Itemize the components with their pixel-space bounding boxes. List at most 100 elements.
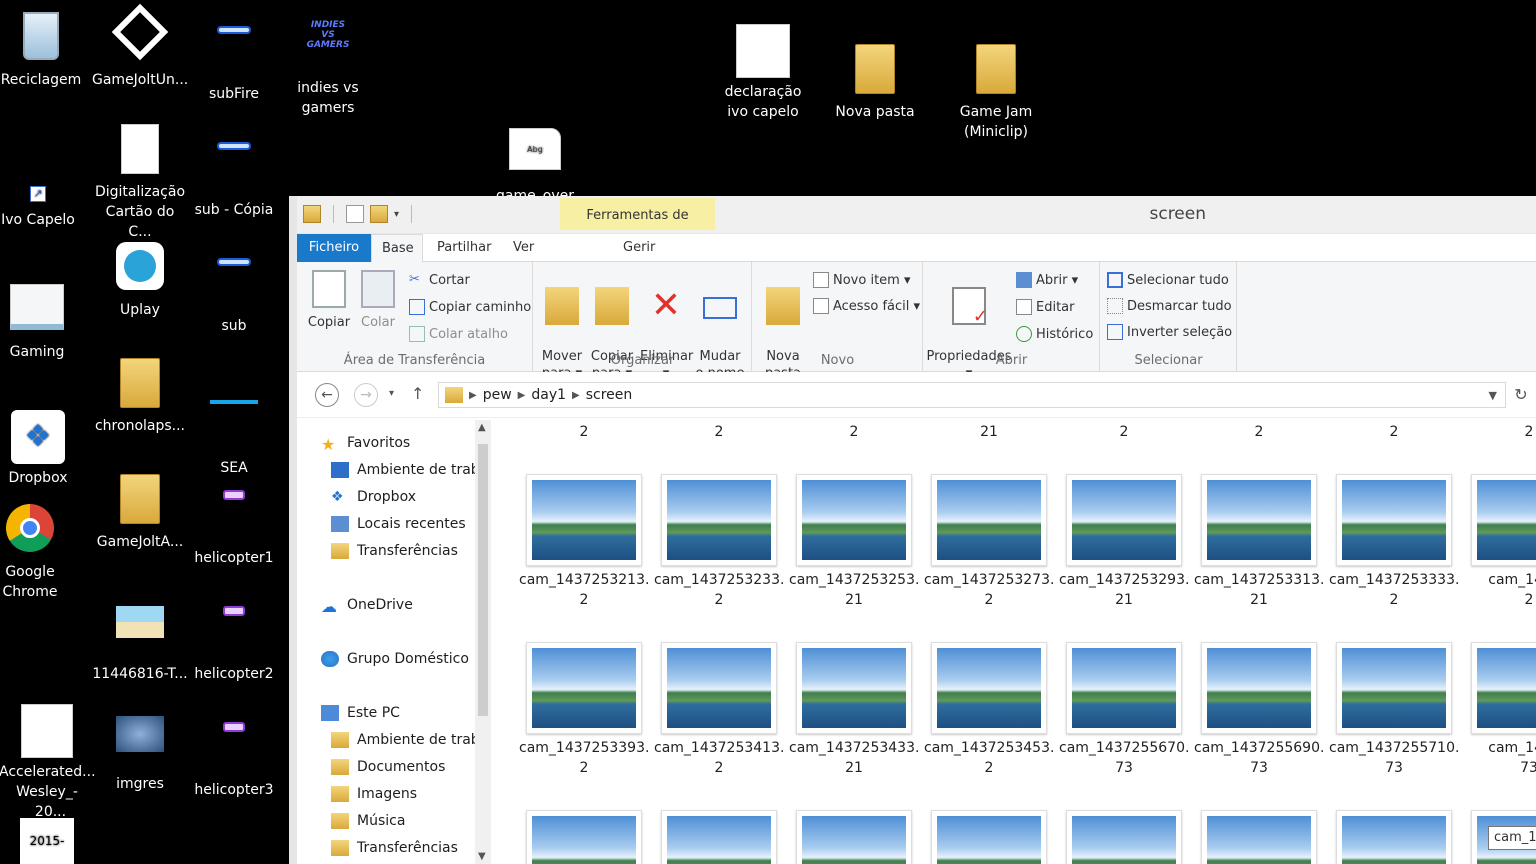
refresh-button[interactable]: ↻ (1509, 382, 1533, 408)
desktop-icon-gamejolt-a[interactable]: GameJoltA... (92, 470, 188, 552)
tab-base[interactable]: Base (371, 234, 423, 262)
nav-item-recent[interactable]: Locais recentes (331, 516, 466, 532)
nav-pc-music[interactable]: Música (331, 813, 405, 829)
desktop-icon-ivo-capelo[interactable]: ↗ Ivo Capelo (0, 152, 86, 230)
desktop-icon-declaracao[interactable]: declaração ivo capelo (715, 22, 811, 122)
new-item-button[interactable]: Novo item ▾ (813, 272, 911, 288)
landscape-image (532, 648, 636, 728)
copy-button[interactable]: Copiar (305, 270, 353, 331)
breadcrumb-day1[interactable]: day1 (525, 387, 572, 403)
desktop-icon-gaming[interactable]: Gaming (0, 280, 85, 362)
file-item[interactable] (1194, 810, 1324, 864)
desktop-icon-gamejolt-unity[interactable]: GameJoltUn... (92, 3, 188, 90)
document-icon (112, 124, 168, 180)
desktop-icon-digitalizacao[interactable]: Digitalização Cartão do C... (92, 122, 188, 242)
file-item[interactable]: cam_1437253333. 2 (1329, 474, 1459, 610)
desktop-icon-nova-pasta[interactable]: Nova pasta (827, 40, 923, 122)
folder-icon (445, 387, 463, 403)
nav-pc-documents[interactable]: Documentos (331, 759, 445, 775)
tab-partilhar[interactable]: Partilhar (427, 234, 501, 262)
desktop-icon-2015-07[interactable]: 2015-07- (0, 818, 95, 864)
tab-ver[interactable]: Ver (503, 234, 544, 262)
edit-button[interactable]: Editar (1016, 299, 1075, 315)
desktop-icon-helicopter2[interactable]: helicopter2 (186, 586, 282, 684)
file-item[interactable]: cam_1437253393. 2 (519, 642, 649, 778)
desktop-icon-game-over[interactable]: Abg game_over (487, 126, 583, 206)
file-item[interactable] (654, 810, 784, 864)
nav-pc-pictures[interactable]: Imagens (331, 786, 417, 802)
file-item[interactable]: cam_14372 2 (1464, 474, 1536, 610)
file-item[interactable]: cam_1437253253. 21 (789, 474, 919, 610)
breadcrumb-screen[interactable]: screen (580, 387, 639, 403)
address-dropdown[interactable]: ▼ (1489, 389, 1497, 402)
file-item[interactable]: cam_1437253433. 21 (789, 642, 919, 778)
desktop-icon-sea[interactable]: SEA (186, 354, 282, 478)
nav-homegroup[interactable]: Grupo Doméstico (321, 651, 469, 667)
select-all-button[interactable]: Selecionar tudo (1107, 272, 1229, 288)
desktop-icon-sub[interactable]: sub (186, 238, 282, 336)
file-item[interactable]: cam_1437253273. 2 (924, 474, 1054, 610)
desktop-icon-subfire[interactable]: subFire (186, 6, 282, 104)
desktop-icon-helicopter3[interactable]: helicopter3 (186, 702, 282, 800)
recent-locations-dropdown[interactable]: ▾ (389, 388, 394, 399)
nav-onedrive[interactable]: ☁ OneDrive (321, 597, 413, 616)
paste-shortcut-button[interactable]: Colar atalho (409, 326, 508, 342)
easy-access-label: Acesso fácil ▾ (833, 298, 921, 314)
invert-selection-button[interactable]: Inverter seleção (1107, 324, 1232, 340)
paste-button[interactable]: Colar (355, 270, 401, 331)
file-item[interactable]: cam_1437253293. 21 (1059, 474, 1189, 610)
file-item[interactable] (789, 810, 919, 864)
up-button[interactable]: ↑ (411, 384, 424, 403)
nav-favoritos[interactable]: ★ Favoritos (321, 435, 410, 454)
file-item[interactable]: cam_1437255710. 73 (1329, 642, 1459, 778)
back-button[interactable]: ← (315, 383, 339, 407)
file-item[interactable]: cam_14372 73 (1464, 642, 1536, 778)
file-item[interactable]: cam_1437253233. 2 (654, 474, 784, 610)
chevron-down-icon[interactable]: ▼ (478, 851, 486, 862)
file-item[interactable]: cam_1437255690. 73 (1194, 642, 1324, 778)
desktop-icon-uplay[interactable]: Uplay (92, 238, 188, 320)
tab-ficheiro[interactable]: Ficheiro (297, 234, 371, 262)
tab-gerir[interactable]: Gerir (613, 234, 665, 262)
desktop-icon-google-chrome[interactable]: Google Chrome (0, 500, 78, 602)
desktop-icon-helicopter1[interactable]: helicopter1 (186, 470, 282, 568)
nav-item-downloads[interactable]: Transferências (331, 543, 458, 559)
file-item[interactable] (519, 810, 649, 864)
file-item[interactable]: cam_1437253453. 2 (924, 642, 1054, 778)
file-item[interactable]: cam_1437253213. 2 (519, 474, 649, 610)
file-item[interactable]: cam_1437253313. 21 (1194, 474, 1324, 610)
nav-pc-downloads[interactable]: Transferências (331, 840, 458, 856)
file-item[interactable] (1329, 810, 1459, 864)
file-explorer-window[interactable]: ▾ Ferramentas de Imagem screen Ficheiro … (289, 196, 1536, 864)
address-bar[interactable]: ▶ pew ▶ day1 ▶ screen ▼ (438, 382, 1506, 408)
desktop-icon-accelerated[interactable]: Accelerated... Wesley_-_20... (0, 702, 96, 822)
nav-item-desktop[interactable]: Ambiente de trab (331, 462, 480, 478)
desktop-icon-dropbox[interactable]: ❖ Dropbox (0, 410, 86, 488)
file-item[interactable] (1059, 810, 1189, 864)
desktop-icon-sub-copia[interactable]: sub - Cópia (186, 122, 282, 220)
copy-path-button[interactable]: Copiar caminho (409, 299, 531, 315)
desktop-icon-11446816[interactable]: 11446816-T... (92, 586, 188, 684)
desktop-icon-game-jam[interactable]: Game Jam (Miniclip) (948, 40, 1044, 142)
file-item[interactable] (924, 810, 1054, 864)
breadcrumb-pew[interactable]: pew (477, 387, 518, 403)
file-item[interactable]: cam_1437255670. 73 (1059, 642, 1189, 778)
image-thumbnail (931, 810, 1047, 864)
easy-access-button[interactable]: Acesso fácil ▾ (813, 298, 920, 314)
forward-button[interactable]: → (354, 383, 378, 407)
nav-este-pc[interactable]: Este PC (321, 705, 400, 721)
desktop-icon-recycle-bin[interactable]: Reciclagem (0, 10, 89, 90)
nav-item-dropbox[interactable]: ❖ Dropbox (331, 489, 416, 505)
chevron-up-icon[interactable]: ▲ (478, 422, 486, 433)
cut-button[interactable]: ✂ Cortar (409, 272, 470, 288)
nav-pc-desktop[interactable]: Ambiente de trab (331, 732, 480, 748)
history-button[interactable]: Histórico (1016, 326, 1093, 342)
nav-scrollbar-thumb[interactable] (478, 444, 488, 716)
title-bar[interactable]: ▾ Ferramentas de Imagem screen (297, 196, 1536, 259)
desktop-icon-indies-vs-gamers[interactable]: INDIES VS GAMERS indies vs gamers (280, 6, 376, 118)
desktop-icon-imgres[interactable]: imgres (92, 702, 188, 794)
open-button[interactable]: Abrir ▾ (1016, 272, 1078, 288)
file-item[interactable]: cam_1437253413. 2 (654, 642, 784, 778)
desktop-icon-chronolapse[interactable]: chronolaps... (92, 354, 188, 436)
select-none-button[interactable]: Desmarcar tudo (1107, 298, 1232, 314)
